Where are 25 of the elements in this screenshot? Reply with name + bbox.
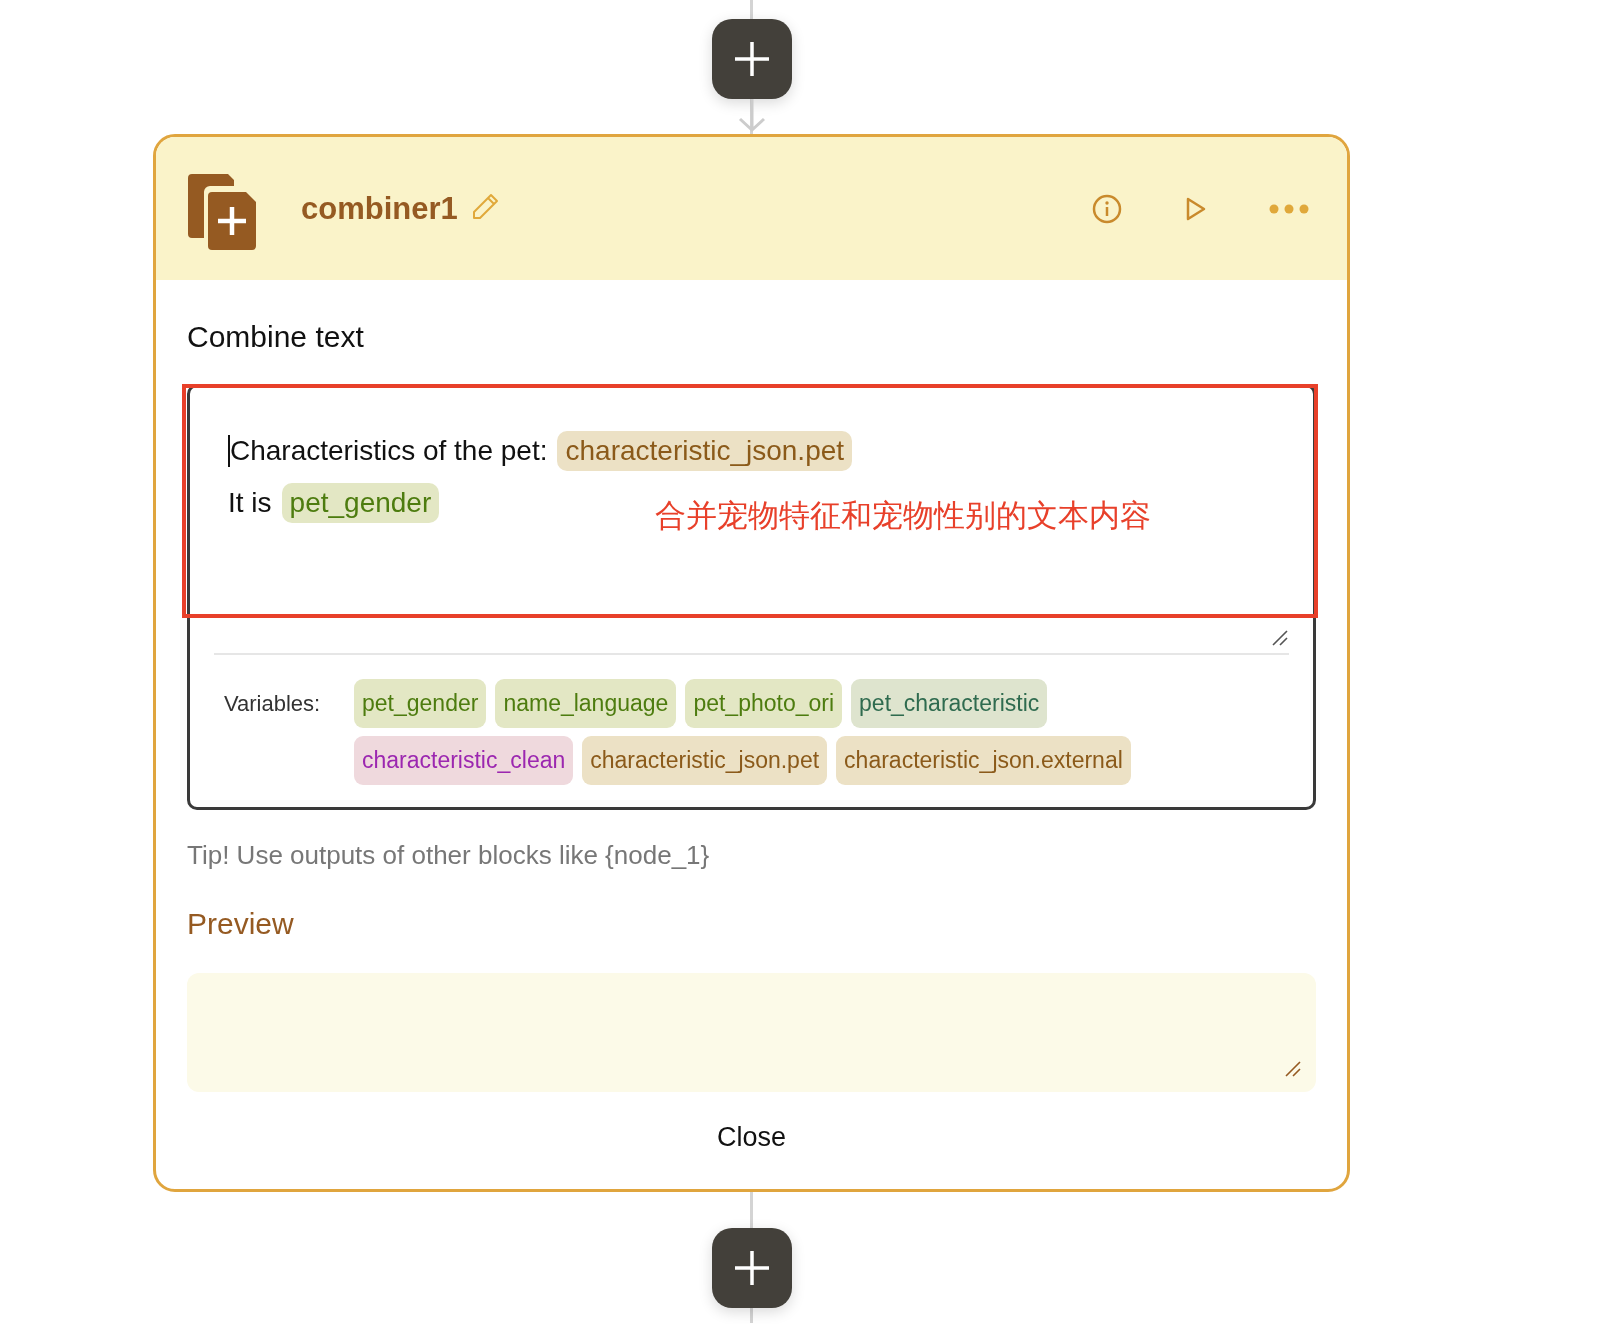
tip-text: Tip! Use outputs of other blocks like {node_1} <box>187 840 711 871</box>
copy-plus-icon <box>188 173 256 250</box>
resize-handle-icon[interactable] <box>1284 1060 1302 1078</box>
info-icon[interactable] <box>1091 192 1123 225</box>
variable-chip[interactable]: name_language <box>495 679 677 728</box>
variable-tag: pet_gender <box>281 483 440 523</box>
editor-text: It is <box>228 487 272 519</box>
close-button[interactable]: Close <box>705 1116 798 1159</box>
node-title: combiner1 <box>301 190 458 227</box>
add-block-button[interactable] <box>711 19 792 99</box>
variable-chip[interactable]: characteristic_json.external <box>836 736 1131 785</box>
annotation-text: 合并宠物特征和宠物性别的文本内容 <box>655 497 1151 535</box>
variable-chip[interactable]: pet_characteristic <box>851 679 1048 728</box>
add-block-button[interactable] <box>711 1228 792 1308</box>
variable-chip[interactable]: characteristic_clean <box>354 736 574 785</box>
editor-text: Characteristics of the pet: <box>228 435 548 467</box>
preview-field[interactable] <box>187 973 1316 1092</box>
preview-title: Preview <box>187 907 295 941</box>
section-title: Combine text <box>187 320 365 354</box>
variables-label: Variables: <box>223 690 322 718</box>
variable-chip[interactable]: pet_gender <box>354 679 487 728</box>
variable-chip[interactable]: characteristic_json.pet <box>582 736 828 785</box>
resize-handle-icon[interactable] <box>1271 629 1289 647</box>
variable-tag: characteristic_json.pet <box>557 431 853 471</box>
variable-chip[interactable]: pet_photo_ori <box>685 679 843 728</box>
